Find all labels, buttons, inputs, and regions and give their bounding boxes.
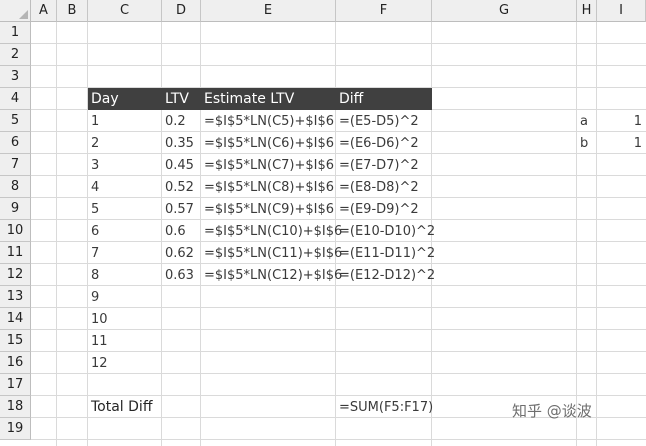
row-header-1[interactable]: 1	[0, 22, 31, 44]
param-a-label[interactable]: a	[577, 110, 597, 132]
grid-column-line	[576, 22, 577, 446]
cell-day[interactable]: 10	[88, 308, 162, 330]
cell-estimate-ltv[interactable]: =$I$5*LN(C8)+$I$6	[201, 176, 336, 198]
param-b-label[interactable]: b	[577, 132, 597, 154]
column-header-h[interactable]: H	[577, 0, 597, 22]
cell-day[interactable]: 2	[88, 132, 162, 154]
cell-diff[interactable]: =(E9-D9)^2	[336, 198, 432, 220]
row-header-11[interactable]: 11	[0, 242, 31, 264]
cell-day[interactable]: 6	[88, 220, 162, 242]
watermark: 知乎 @谈波	[512, 402, 592, 420]
cell-day[interactable]: 11	[88, 330, 162, 352]
column-header-a[interactable]: A	[31, 0, 57, 22]
total-diff-formula[interactable]: =SUM(F5:F17)	[336, 396, 433, 418]
cell-day[interactable]: 7	[88, 242, 162, 264]
cell-diff[interactable]: =(E8-D8)^2	[336, 176, 432, 198]
column-header-e[interactable]: E	[201, 0, 336, 22]
cell-diff[interactable]: =(E7-D7)^2	[336, 154, 432, 176]
cell-estimate-ltv[interactable]: =$I$5*LN(C7)+$I$6	[201, 154, 336, 176]
row-header-17[interactable]: 17	[0, 374, 31, 396]
column-header-f[interactable]: F	[336, 0, 432, 22]
row-header-12[interactable]: 12	[0, 264, 31, 286]
cell-day[interactable]: 4	[88, 176, 162, 198]
header-diff[interactable]: Diff	[336, 88, 432, 110]
row-header-19[interactable]: 19	[0, 418, 31, 440]
cell-ltv[interactable]: 0.2	[162, 110, 201, 132]
column-header-c[interactable]: C	[88, 0, 162, 22]
cell-ltv[interactable]: 0.52	[162, 176, 201, 198]
param-b-value[interactable]: 1	[597, 132, 646, 154]
row-header-16[interactable]: 16	[0, 352, 31, 374]
row-header-18[interactable]: 18	[0, 396, 31, 418]
row-header-7[interactable]: 7	[0, 154, 31, 176]
row-header-3[interactable]: 3	[0, 66, 31, 88]
cell-ltv[interactable]: 0.45	[162, 154, 201, 176]
cell-estimate-ltv[interactable]: =$I$5*LN(C9)+$I$6	[201, 198, 336, 220]
cell-estimate-ltv[interactable]: =$I$5*LN(C11)+$I$6	[201, 242, 342, 264]
grid-column-line	[596, 22, 597, 446]
row-header-15[interactable]: 15	[0, 330, 31, 352]
param-a-value[interactable]: 1	[597, 110, 646, 132]
cell-day[interactable]: 5	[88, 198, 162, 220]
row-header-4[interactable]: 4	[0, 88, 31, 110]
cell-day[interactable]: 8	[88, 264, 162, 286]
spreadsheet-grid[interactable]: ABCDEFGHI 1 2 3 4 5 6 7 8 9 10 11 12 13 14 15 16 17 18 19 …	[0, 0, 646, 446]
column-header-d[interactable]: D	[162, 0, 201, 22]
grid-row-line	[31, 43, 646, 44]
row-header-13[interactable]: 13	[0, 286, 31, 308]
header-ltv[interactable]: LTV	[162, 88, 201, 110]
header-day[interactable]: Day	[88, 88, 162, 110]
row-header-9[interactable]: 9	[0, 198, 31, 220]
cell-diff[interactable]: =(E10-D10)^2	[336, 220, 435, 242]
cell-diff[interactable]: =(E5-D5)^2	[336, 110, 432, 132]
row-header-14[interactable]: 14	[0, 308, 31, 330]
grid-row-line	[31, 439, 646, 440]
cell-day[interactable]: 3	[88, 154, 162, 176]
row-header-10[interactable]: 10	[0, 220, 31, 242]
cell-ltv[interactable]: 0.63	[162, 264, 201, 286]
cell-estimate-ltv[interactable]: =$I$5*LN(C6)+$I$6	[201, 132, 336, 154]
cell-ltv[interactable]: 0.35	[162, 132, 201, 154]
grid-column-line	[56, 22, 57, 446]
cell-ltv[interactable]: 0.57	[162, 198, 201, 220]
cell-diff[interactable]: =(E11-D11)^2	[336, 242, 435, 264]
select-all-corner[interactable]	[0, 0, 31, 22]
row-header-6[interactable]: 6	[0, 132, 31, 154]
header-estimate-ltv[interactable]: Estimate LTV	[201, 88, 336, 110]
select-all-triangle-icon	[19, 10, 28, 19]
cell-estimate-ltv[interactable]: =$I$5*LN(C5)+$I$6	[201, 110, 336, 132]
column-header-i[interactable]: I	[597, 0, 646, 22]
cell-day[interactable]: 12	[88, 352, 162, 374]
cell-diff[interactable]: =(E12-D12)^2	[336, 264, 435, 286]
cell-estimate-ltv[interactable]: =$I$5*LN(C12)+$I$6	[201, 264, 342, 286]
total-diff-label[interactable]: Total Diff	[88, 396, 162, 418]
cell-diff[interactable]: =(E6-D6)^2	[336, 132, 432, 154]
column-header-b[interactable]: B	[57, 0, 88, 22]
cell-ltv[interactable]: 0.62	[162, 242, 201, 264]
row-header-2[interactable]: 2	[0, 44, 31, 66]
cell-day[interactable]: 1	[88, 110, 162, 132]
row-header-5[interactable]: 5	[0, 110, 31, 132]
cell-estimate-ltv[interactable]: =$I$5*LN(C10)+$I$6	[201, 220, 342, 242]
cell-ltv[interactable]: 0.6	[162, 220, 201, 242]
column-header-g[interactable]: G	[432, 0, 577, 22]
row-header-8[interactable]: 8	[0, 176, 31, 198]
grid-row-line	[31, 65, 646, 66]
cell-day[interactable]: 9	[88, 286, 162, 308]
